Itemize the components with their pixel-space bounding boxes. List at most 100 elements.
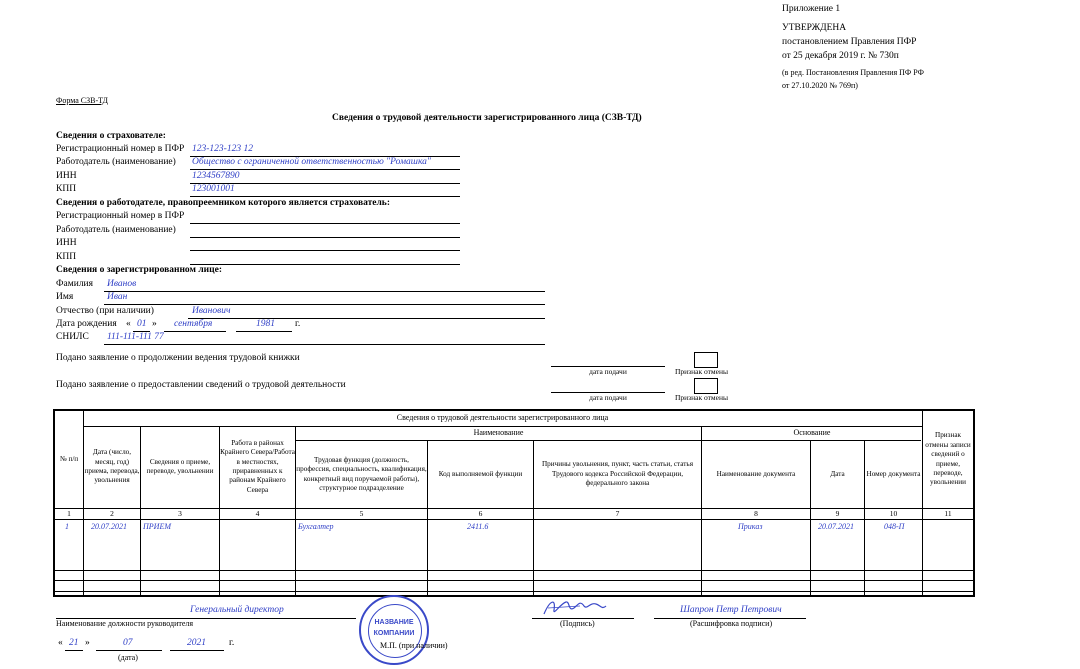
- successor-reg-label: Регистрационный номер в ПФР: [56, 211, 185, 221]
- info-cancel-checkbox[interactable]: [694, 378, 718, 394]
- birth-close-quote: »: [152, 319, 157, 329]
- book-date-caption: дата подачи: [589, 367, 627, 376]
- book-application-text: Подано заявление о продолжении ведения т…: [56, 353, 300, 363]
- person-heading: Сведения о зарегистрированном лице:: [56, 265, 222, 275]
- table-line: [55, 580, 973, 581]
- successor-kpp-label: КПП: [56, 252, 77, 262]
- insurer-kpp-value: 123001001: [192, 184, 235, 194]
- col-number: 8: [754, 509, 758, 518]
- signature-scribble: [543, 601, 607, 615]
- col-docdate-header: Дата: [830, 469, 845, 478]
- table-line: [55, 570, 973, 571]
- col-number: 7: [615, 509, 620, 518]
- col-reasons-header: Причины увольнения, пункт, часть статьи,…: [541, 460, 693, 488]
- successor-kpp-line: [190, 264, 460, 265]
- col-number: 1: [67, 509, 71, 518]
- row-docname: Приказ: [738, 522, 763, 531]
- date-open-quote: «: [58, 638, 63, 648]
- insurer-reg-value: 123-123-123 12: [192, 144, 253, 154]
- col-date-header: Дата (число, месяц, год) приема, перевод…: [84, 448, 140, 485]
- naming-header: Наименование: [473, 427, 524, 437]
- company-stamp: НАЗВАНИЕ КОМПАНИИ: [359, 595, 429, 665]
- col-number: 11: [944, 509, 952, 518]
- signature-label: (Подпись): [560, 619, 595, 628]
- name-line: [104, 304, 545, 305]
- successor-reg-line: [190, 223, 460, 224]
- snils-line: [104, 344, 545, 345]
- patronymic-label: Отчество (при наличии): [56, 306, 154, 316]
- col-number: 3: [178, 509, 182, 518]
- insurer-kpp-line: [190, 196, 460, 197]
- row-docnum: 048-П: [884, 522, 905, 531]
- position-value: Генеральный директор: [190, 605, 284, 615]
- date-year-line: [170, 650, 224, 651]
- col-code-header: Код выполняемой функции: [438, 469, 523, 478]
- birth-year-line: [236, 331, 292, 332]
- info-date-caption: дата подачи: [589, 393, 627, 402]
- date-close-quote: »: [85, 638, 90, 648]
- col-cancel-header: Признак отмены записи сведений о приеме,…: [925, 431, 971, 487]
- employment-table: Сведения о трудовой деятельности зарегис…: [53, 409, 975, 597]
- insurer-employer-label: Работодатель (наименование): [56, 157, 176, 167]
- name-label: Имя: [56, 292, 74, 302]
- insurer-employer-value: Общество с ограниченной ответственностью…: [192, 157, 431, 167]
- date-month: 07: [123, 638, 133, 648]
- col-num-header: № п/п: [59, 454, 79, 463]
- appendix-label: Приложение 1: [782, 4, 841, 14]
- info-cancel-caption: Признак отмены: [675, 393, 729, 402]
- document-title: Сведения о трудовой деятельности зарегис…: [332, 113, 642, 123]
- successor-inn-line: [190, 250, 460, 251]
- row-function: Бухгалтер: [298, 522, 334, 531]
- insurer-employer-line: [190, 169, 460, 170]
- decree-date: от 25 декабря 2019 г. № 730п: [782, 51, 899, 61]
- col-number: 2: [110, 509, 114, 518]
- row-info: ПРИЕМ: [143, 522, 171, 531]
- stamp-text-line1: НАЗВАНИЕ: [374, 619, 414, 626]
- table-line: [55, 591, 973, 592]
- row-docdate: 20.07.2021: [818, 522, 854, 531]
- col-info-header: Сведения о приеме, переводе, увольнении: [146, 457, 214, 475]
- birth-month-line: [164, 331, 226, 332]
- birth-month: сентября: [174, 319, 213, 329]
- table-line: [55, 519, 973, 520]
- date-year: 2021: [187, 638, 206, 648]
- table-main-header: Сведения о трудовой деятельности зарегис…: [396, 413, 609, 423]
- row-code: 2411.6: [467, 522, 489, 531]
- insurer-inn-label: ИНН: [56, 171, 77, 181]
- row-num: 1: [65, 522, 69, 531]
- date-label: (дата): [118, 653, 138, 662]
- col-function-header: Трудовая функция (должность, профессия, …: [296, 455, 427, 492]
- col-number: 6: [478, 509, 483, 518]
- surname-value: Иванов: [107, 279, 137, 289]
- successor-employer-line: [190, 237, 460, 238]
- book-cancel-checkbox[interactable]: [694, 352, 718, 368]
- insurer-heading: Сведения о страхователе:: [56, 131, 166, 141]
- position-label: Наименование должности руководителя: [56, 619, 194, 628]
- approved-label: УТВЕРЖДЕНА: [782, 23, 847, 33]
- insurer-kpp-label: КПП: [56, 184, 77, 194]
- insurer-reg-label: Регистрационный номер в ПФР: [56, 144, 185, 154]
- date-month-line: [96, 650, 162, 651]
- surname-line: [104, 291, 545, 292]
- row-date: 20.07.2021: [91, 522, 127, 531]
- birth-day: 01: [137, 319, 147, 329]
- basis-header: Основание: [793, 427, 831, 437]
- decree-label: постановлением Правления ПФР: [782, 37, 917, 47]
- successor-employer-label: Работодатель (наименование): [56, 225, 176, 235]
- decode-value: Шапрон Петр Петрович: [680, 605, 782, 615]
- birth-open-quote: «: [126, 319, 131, 329]
- date-day: 21: [69, 638, 79, 648]
- col-docnum-header: Номер документа: [866, 469, 921, 478]
- book-cancel-caption: Признак отмены: [675, 367, 729, 376]
- date-day-line: [65, 650, 83, 651]
- date-year-suffix: г.: [229, 638, 235, 648]
- edition-label: (в ред. Постановления Правления ПФ РФ: [782, 68, 924, 77]
- birth-label: Дата рождения: [56, 319, 117, 329]
- successor-inn-label: ИНН: [56, 238, 77, 248]
- col-north-header: Работа в районах Крайнего Севера/Работа …: [220, 438, 295, 494]
- surname-label: Фамилия: [56, 279, 94, 289]
- col-docname-header: Наименование документа: [716, 469, 796, 478]
- successor-heading: Сведения о работодателе, правопреемником…: [56, 198, 390, 208]
- info-application-text: Подано заявление о предоставлении сведен…: [56, 380, 346, 390]
- col-number: 4: [255, 509, 260, 518]
